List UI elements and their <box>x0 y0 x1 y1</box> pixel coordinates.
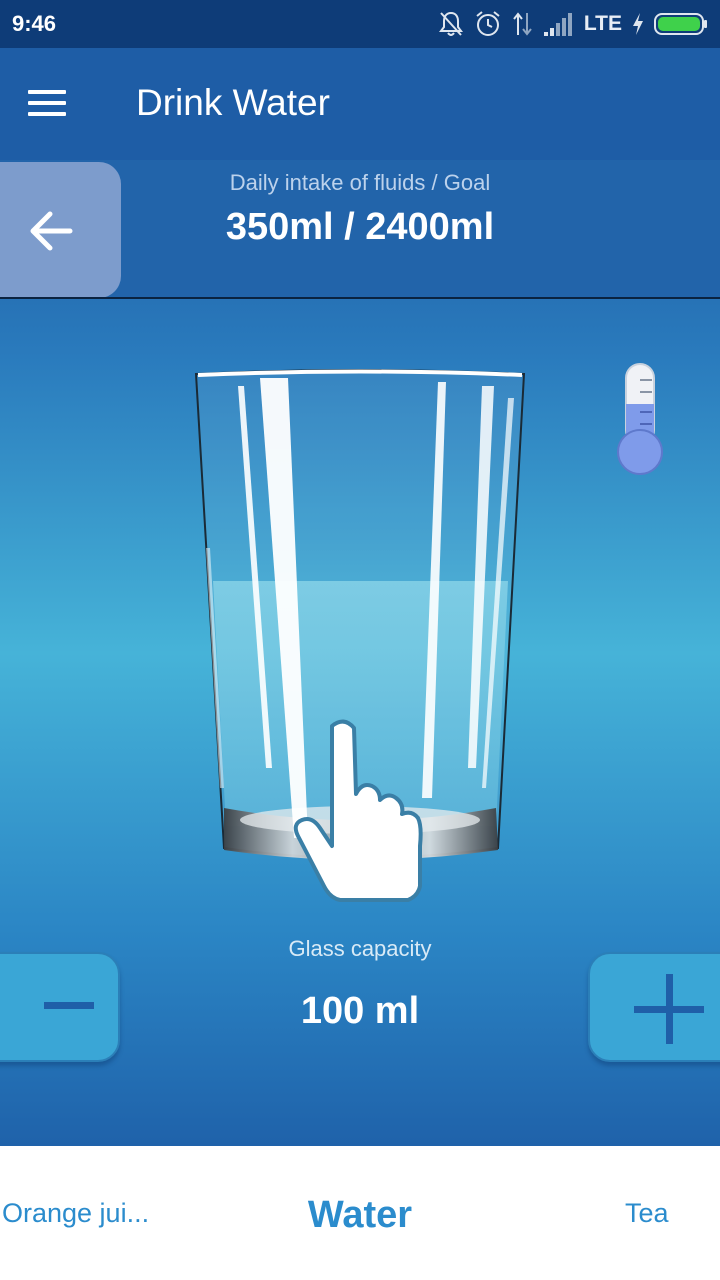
alarm-icon <box>476 11 500 36</box>
arrow-left-icon <box>30 211 73 251</box>
battery-icon <box>654 13 707 35</box>
main-area: Daily intake of fluids / Goal 350ml / 24… <box>0 160 720 1146</box>
tap-hand-icon <box>293 719 423 902</box>
minus-icon <box>44 1002 94 1009</box>
tab-tea[interactable]: Tea <box>625 1198 669 1229</box>
thermometer-icon[interactable] <box>612 362 668 480</box>
app-title: Drink Water <box>136 82 330 123</box>
network-type: LTE <box>583 12 622 35</box>
status-icons: LTE <box>438 8 708 40</box>
charging-icon <box>633 13 643 35</box>
plus-icon <box>634 974 704 1044</box>
status-time: 9:46 <box>12 11 57 36</box>
intake-panel: Daily intake of fluids / Goal 350ml / 24… <box>0 160 720 298</box>
signal-icon <box>543 13 572 36</box>
notifications-off-icon <box>438 11 463 36</box>
divider <box>0 297 720 299</box>
hamburger-menu-icon[interactable] <box>28 88 66 118</box>
tab-water[interactable]: Water <box>0 1194 720 1237</box>
status-bar: 9:46 LTE <box>0 0 720 48</box>
increase-capacity-button[interactable] <box>588 952 720 1062</box>
decrease-capacity-button[interactable] <box>0 952 120 1062</box>
data-arrows-icon <box>513 12 532 36</box>
back-button[interactable] <box>0 162 121 298</box>
drink-type-tabs: Orange jui... Water Tea <box>0 1146 720 1280</box>
app-bar: Drink Water <box>0 48 720 160</box>
